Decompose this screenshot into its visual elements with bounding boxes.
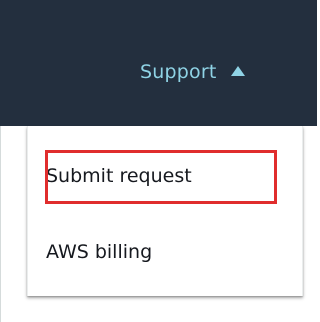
support-dropdown-menu: Submit request AWS billing	[27, 126, 303, 296]
menu-item-aws-billing[interactable]: AWS billing	[46, 241, 152, 263]
support-menu-toggle[interactable]: Support	[132, 52, 253, 92]
caret-up-icon	[230, 66, 245, 76]
support-menu-label: Support	[140, 61, 217, 83]
menu-item-submit-request[interactable]: Submit request	[46, 165, 192, 187]
top-navigation-bar: Support	[0, 0, 317, 126]
page-edge-divider	[0, 126, 1, 322]
